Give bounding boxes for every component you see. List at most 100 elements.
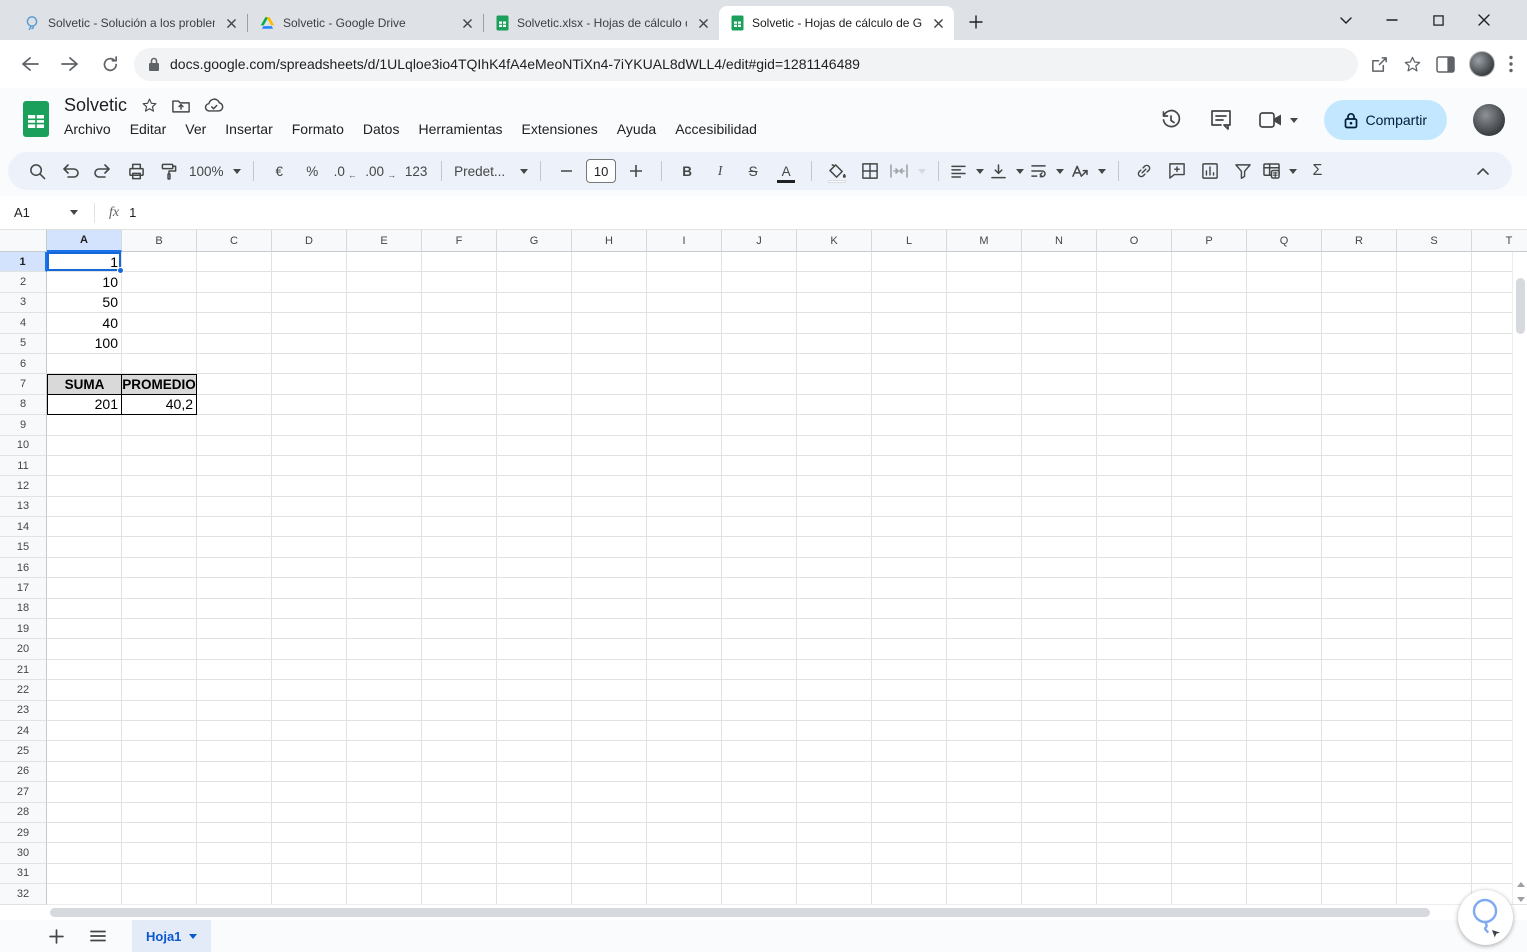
- decrease-font-size-button[interactable]: [553, 158, 579, 184]
- grid-cell-O1[interactable]: [1097, 252, 1172, 273]
- column-header-C[interactable]: C: [197, 230, 272, 252]
- grid-cell-A10[interactable]: [47, 435, 122, 456]
- grid-cell-K10[interactable]: [797, 435, 872, 456]
- grid-cell-Q2[interactable]: [1247, 272, 1322, 293]
- grid-cell-Q21[interactable]: [1247, 659, 1322, 681]
- grid-cell-D32[interactable]: [272, 884, 347, 905]
- grid-cell-P1[interactable]: [1172, 252, 1247, 273]
- column-header-J[interactable]: J: [722, 230, 797, 252]
- grid-cell-P13[interactable]: [1172, 496, 1247, 518]
- grid-cell-K24[interactable]: [797, 720, 872, 742]
- sheet-tab-hoja1[interactable]: Hoja1: [132, 920, 212, 952]
- grid-cell-J17[interactable]: [722, 578, 797, 599]
- grid-cell-E30[interactable]: [347, 843, 422, 864]
- grid-cell-G4[interactable]: [497, 313, 572, 334]
- grid-cell-R24[interactable]: [1322, 720, 1397, 742]
- grid-cell-L28[interactable]: [872, 802, 947, 823]
- format-currency-button[interactable]: €: [266, 158, 292, 184]
- grid-cell-J7[interactable]: [722, 374, 797, 395]
- grid-cell-L20[interactable]: [872, 639, 947, 660]
- grid-cell-D21[interactable]: [272, 659, 347, 681]
- grid-cell-N29[interactable]: [1022, 822, 1097, 844]
- grid-cell-Q20[interactable]: [1247, 639, 1322, 660]
- grid-cell-C26[interactable]: [197, 761, 272, 783]
- grid-cell-G15[interactable]: [497, 537, 572, 558]
- grid-cell-L6[interactable]: [872, 353, 947, 375]
- grid-cell-J9[interactable]: [722, 415, 797, 436]
- format-percent-button[interactable]: %: [299, 158, 325, 184]
- grid-cell-F31[interactable]: [422, 863, 497, 885]
- grid-cell-A27[interactable]: [47, 782, 122, 803]
- grid-cell-I6[interactable]: [647, 353, 722, 375]
- grid-cell-F5[interactable]: [422, 333, 497, 354]
- scroll-down-icon[interactable]: [1516, 897, 1525, 902]
- grid-cell-J31[interactable]: [722, 863, 797, 885]
- grid-cell-I1[interactable]: [647, 252, 722, 273]
- grid-cell-N31[interactable]: [1022, 863, 1097, 885]
- grid-cell-I13[interactable]: [647, 496, 722, 518]
- grid-cell-D28[interactable]: [272, 802, 347, 823]
- grid-cell-K26[interactable]: [797, 761, 872, 783]
- grid-cell-R15[interactable]: [1322, 537, 1397, 558]
- grid-cell-F30[interactable]: [422, 843, 497, 864]
- grid-cell-A26[interactable]: [47, 761, 122, 783]
- text-color-button[interactable]: A: [773, 158, 799, 184]
- grid-cell-L29[interactable]: [872, 822, 947, 844]
- grid-cell-I7[interactable]: [647, 374, 722, 395]
- grid-cell-B31[interactable]: [122, 863, 197, 885]
- grid-cell-N15[interactable]: [1022, 537, 1097, 558]
- grid-cell-E32[interactable]: [347, 884, 422, 905]
- grid-cell-B28[interactable]: [122, 802, 197, 823]
- grid-cell-J20[interactable]: [722, 639, 797, 660]
- decrease-decimals-button[interactable]: .0 ←: [332, 158, 358, 184]
- grid-cell-J2[interactable]: [722, 272, 797, 293]
- grid-cell-A18[interactable]: [47, 598, 122, 620]
- grid-cell-G21[interactable]: [497, 659, 572, 681]
- grid-cell-K18[interactable]: [797, 598, 872, 620]
- grid-cell-Q28[interactable]: [1247, 802, 1322, 823]
- row-header-22[interactable]: 22: [0, 680, 47, 701]
- grid-cell-K2[interactable]: [797, 272, 872, 293]
- grid-cell-F19[interactable]: [422, 619, 497, 640]
- grid-cell-D18[interactable]: [272, 598, 347, 620]
- grid-cell-P18[interactable]: [1172, 598, 1247, 620]
- grid-cell-E5[interactable]: [347, 333, 422, 354]
- grid-cell-C6[interactable]: [197, 353, 272, 375]
- grid-cell-C17[interactable]: [197, 578, 272, 599]
- grid-cell-I11[interactable]: [647, 455, 722, 477]
- grid-cell-A2[interactable]: 10: [47, 272, 122, 293]
- grid-cell-E16[interactable]: [347, 557, 422, 579]
- grid-cell-A20[interactable]: [47, 639, 122, 660]
- grid-cell-D2[interactable]: [272, 272, 347, 293]
- grid-cell-P32[interactable]: [1172, 884, 1247, 905]
- grid-cell-E7[interactable]: [347, 374, 422, 395]
- grid-cell-F28[interactable]: [422, 802, 497, 823]
- grid-cell-N2[interactable]: [1022, 272, 1097, 293]
- row-header-28[interactable]: 28: [0, 802, 47, 823]
- account-avatar[interactable]: [1473, 104, 1505, 136]
- grid-cell-H17[interactable]: [572, 578, 647, 599]
- grid-cell-B25[interactable]: [122, 741, 197, 762]
- grid-cell-O20[interactable]: [1097, 639, 1172, 660]
- grid-cell-G26[interactable]: [497, 761, 572, 783]
- grid-cell-N3[interactable]: [1022, 292, 1097, 314]
- row-header-2[interactable]: 2: [0, 272, 47, 293]
- grid-cell-B9[interactable]: [122, 415, 197, 436]
- grid-cell-D19[interactable]: [272, 619, 347, 640]
- grid-cell-C10[interactable]: [197, 435, 272, 456]
- grid-cell-I20[interactable]: [647, 639, 722, 660]
- grid-cell-L9[interactable]: [872, 415, 947, 436]
- move-to-folder-icon[interactable]: [172, 98, 190, 114]
- grid-cell-P4[interactable]: [1172, 313, 1247, 334]
- grid-cell-H5[interactable]: [572, 333, 647, 354]
- forward-icon[interactable]: [54, 48, 86, 80]
- grid-cell-R25[interactable]: [1322, 741, 1397, 762]
- grid-cell-G5[interactable]: [497, 333, 572, 354]
- grid-cell-F17[interactable]: [422, 578, 497, 599]
- grid-cell-R19[interactable]: [1322, 619, 1397, 640]
- grid-cell-B13[interactable]: [122, 496, 197, 518]
- grid-cell-A1[interactable]: 1: [47, 252, 124, 275]
- grid-cell-N24[interactable]: [1022, 720, 1097, 742]
- grid-cell-M5[interactable]: [947, 333, 1022, 354]
- grid-cell-P11[interactable]: [1172, 455, 1247, 477]
